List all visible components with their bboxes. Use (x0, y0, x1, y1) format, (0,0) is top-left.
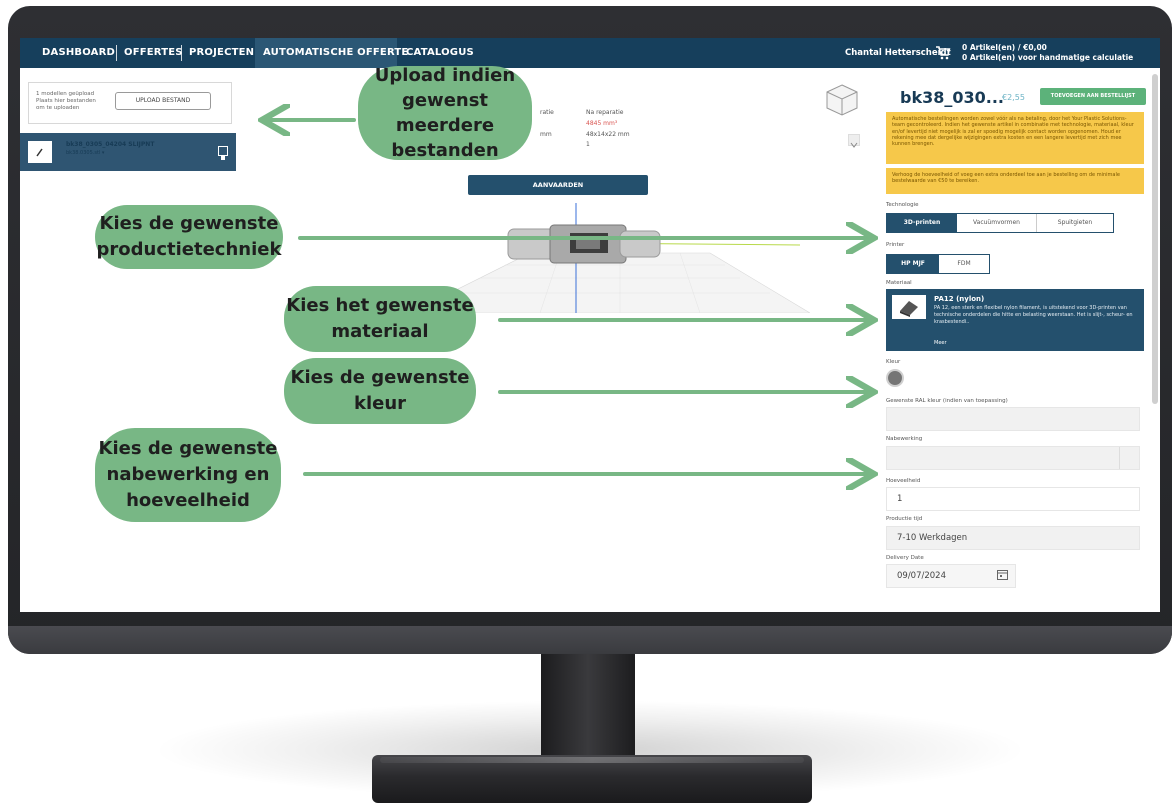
annotation-arrows (0, 0, 1176, 812)
callout-text: materiaal (331, 321, 429, 342)
callout-text: productietechniek (96, 239, 282, 260)
callout-text: kleur (353, 393, 407, 414)
callout-text: Kies de gewenste (290, 367, 470, 388)
callout-nabewerking: Kies de gewenste nabewerking en hoeveelh… (95, 428, 281, 522)
callout-text: Upload indien (374, 65, 516, 86)
callout-text: bestanden (391, 140, 499, 161)
callout-upload: Upload indien gewenst meerdere bestanden (358, 65, 532, 161)
callout-techniek: Kies de gewenste productietechniek (95, 205, 283, 269)
callout-materiaal: Kies het gewenste materiaal (284, 286, 476, 352)
callout-text: Kies het gewenste (286, 295, 474, 316)
callout-text: nabewerking en (106, 464, 270, 485)
callout-text: Kies de gewenste (98, 438, 278, 459)
callout-text: hoeveelheid (126, 490, 250, 511)
marketing-composite: DASHBOARD OFFERTES PROJECTEN AUTOMATISCH… (0, 0, 1176, 812)
callout-text: gewenst meerdere (395, 90, 495, 136)
callout-text: Kies de gewenste (99, 213, 279, 234)
callout-kleur: Kies de gewenste kleur (284, 358, 476, 424)
